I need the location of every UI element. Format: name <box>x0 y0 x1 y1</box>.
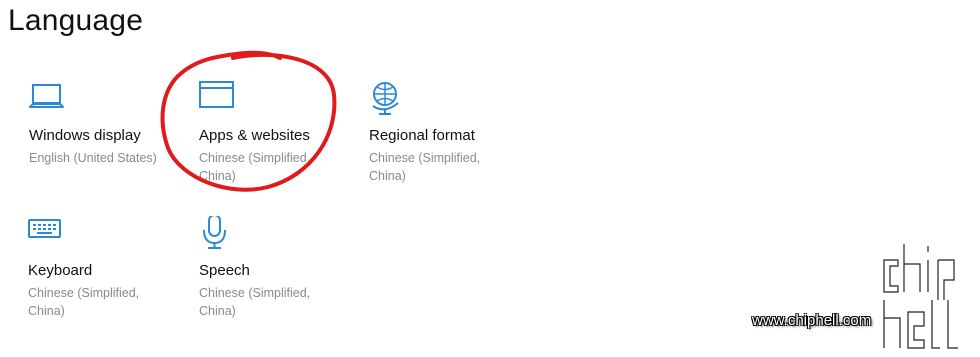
globe-icon <box>369 81 409 121</box>
speech-subtitle: Chinese (Simplified, China) <box>199 286 311 318</box>
keyboard-title: Keyboard <box>28 262 93 279</box>
chiphell-logo <box>881 244 958 351</box>
regional-format-title: Regional format <box>369 127 475 144</box>
keyboard-icon <box>28 216 68 256</box>
laptop-icon <box>29 81 69 121</box>
windows-display-title: Windows display <box>29 127 141 144</box>
watermark-url: www.chiphell.com <box>752 312 872 329</box>
page-title: Language <box>8 4 144 37</box>
speech-title: Speech <box>199 262 250 279</box>
keyboard-subtitle: Chinese (Simplified, China) <box>28 286 140 318</box>
microphone-icon <box>199 216 239 256</box>
regional-format-subtitle: Chinese (Simplified, China) <box>369 151 481 183</box>
apps-websites-title: Apps & websites <box>199 127 310 144</box>
windows-display-subtitle: English (United States) <box>29 151 157 165</box>
window-icon <box>199 81 239 121</box>
apps-websites-subtitle: Chinese (Simplified, China) <box>199 151 311 183</box>
